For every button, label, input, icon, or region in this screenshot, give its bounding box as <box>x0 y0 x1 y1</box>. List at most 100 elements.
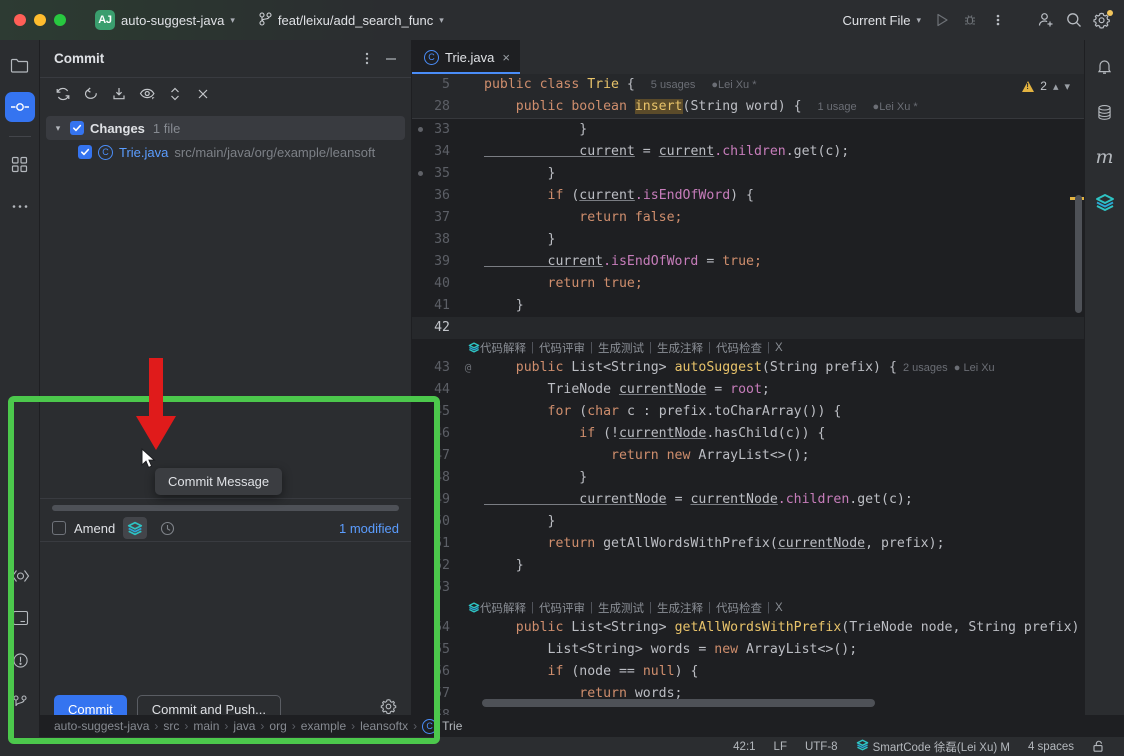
code-line[interactable]: 35 } <box>412 163 1084 185</box>
code-line[interactable]: 50 } <box>412 511 1084 533</box>
more-actions-icon[interactable] <box>984 7 1012 33</box>
fold-marker[interactable] <box>460 511 476 533</box>
inspection-warning-badge[interactable]: 2 ▴ ▾ <box>1022 79 1070 93</box>
code-line[interactable]: 48 } <box>412 467 1084 489</box>
close-tab-icon[interactable]: × <box>502 50 510 65</box>
usages-hint[interactable]: 1 usage <box>817 101 856 113</box>
minimize-icon[interactable] <box>379 47 403 71</box>
breadcrumb-item-5[interactable]: example <box>301 719 346 733</box>
commit-history-icon[interactable] <box>155 517 179 539</box>
sidebar-item-code-with-me[interactable] <box>5 561 35 591</box>
sidebar-item-structure[interactable] <box>5 149 35 179</box>
sticky-line-5[interactable]: 5 public class Trie { 5 usages ●﻿Lei Xu … <box>412 74 1084 96</box>
minimize-window-button[interactable] <box>34 14 46 26</box>
changed-file-row[interactable]: C Trie.java src/main/java/org/example/le… <box>40 140 411 164</box>
fold-marker[interactable] <box>460 163 476 185</box>
code-line[interactable]: 53 <box>412 577 1084 599</box>
sidebar-item-more[interactable] <box>5 191 35 221</box>
code-line[interactable]: 42 <box>412 317 1084 339</box>
editor-vertical-scrollbar[interactable] <box>1075 195 1082 313</box>
breadcrumb-item-1[interactable]: src <box>163 719 179 733</box>
ai-hint-2[interactable]: 生成测试 <box>598 340 644 356</box>
amend-checkbox[interactable] <box>52 521 66 535</box>
fold-marker[interactable] <box>460 489 476 511</box>
chevron-up-icon[interactable]: ▴ <box>1053 80 1059 93</box>
editor-horizontal-scroll-track[interactable] <box>482 699 1068 707</box>
run-configuration-selector[interactable]: Current File ▾ <box>836 7 928 33</box>
ai-hint-0[interactable]: 代码解释 <box>480 600 526 616</box>
window-controls[interactable] <box>0 14 66 26</box>
code-line[interactable]: 43 @ public List<String> autoSuggest(Stri… <box>412 357 1084 379</box>
code-line[interactable]: 37 return false; <box>412 207 1084 229</box>
gutter-marker-icon[interactable] <box>418 127 423 132</box>
gutter-marker-icon[interactable] <box>418 171 423 176</box>
caret-position[interactable]: 42:1 <box>724 741 764 753</box>
branch-selector[interactable]: feat/leixu/add_search_func ▾ <box>252 7 451 33</box>
close-icon[interactable] <box>190 82 216 106</box>
usages-hint[interactable]: 5 usages <box>651 79 696 91</box>
code-line[interactable]: 34 current = current.children.get(c); <box>412 141 1084 163</box>
more-options-icon[interactable] <box>355 47 379 71</box>
sidebar-item-version-control[interactable] <box>5 687 35 717</box>
fold-marker[interactable] <box>460 401 476 423</box>
fold-marker[interactable] <box>460 251 476 273</box>
run-icon[interactable] <box>928 7 956 33</box>
fold-marker[interactable] <box>460 555 476 577</box>
fold-marker[interactable] <box>460 661 476 683</box>
indent-setting[interactable]: 4 spaces <box>1019 741 1083 753</box>
maven-m-icon[interactable]: m <box>1090 142 1120 172</box>
breadcrumb[interactable]: auto-suggest-java › src › main › java › … <box>40 715 1124 737</box>
code-viewport[interactable]: 33 } 34 current = current.children.get(c)… <box>412 119 1084 737</box>
close-window-button[interactable] <box>14 14 26 26</box>
breadcrumb-item-0[interactable]: auto-suggest-java <box>54 719 149 733</box>
ai-hint-5[interactable]: X <box>775 342 783 354</box>
smartcode-status[interactable]: SmartCode 徐磊(Lei Xu) M <box>847 739 1019 755</box>
smartcode-commit-message-icon[interactable] <box>123 517 148 539</box>
unlocked-icon[interactable] <box>1083 740 1114 753</box>
commit-message-scroll-track[interactable] <box>40 499 411 515</box>
smartcode-stack-icon[interactable] <box>1090 187 1120 217</box>
project-selector[interactable]: AJ auto-suggest-java ▾ <box>88 7 242 33</box>
changes-group-row[interactable]: ▾ Changes 1 file <box>46 116 405 140</box>
commit-message-input[interactable]: Commit Commit and Push... <box>40 541 411 737</box>
sidebar-item-problems[interactable] <box>5 645 35 675</box>
sidebar-item-project[interactable] <box>5 50 35 80</box>
code-line[interactable]: 52 } <box>412 555 1084 577</box>
ai-hint-1[interactable]: 代码评审 <box>539 340 585 356</box>
fold-marker[interactable]: @ <box>460 357 476 379</box>
tab-trie-java[interactable]: C Trie.java × <box>412 40 520 74</box>
chevron-down-icon[interactable]: ▾ <box>52 123 64 134</box>
code-line[interactable]: 33 } <box>412 119 1084 141</box>
fold-marker[interactable] <box>460 617 476 639</box>
fold-marker[interactable] <box>460 445 476 467</box>
search-everywhere-icon[interactable] <box>1060 7 1088 33</box>
settings-icon[interactable] <box>1088 7 1116 33</box>
fold-marker[interactable] <box>460 379 476 401</box>
shelve-icon[interactable] <box>106 82 132 106</box>
changes-group-checkbox[interactable] <box>70 121 84 135</box>
commit-message-scrollbar[interactable] <box>52 505 399 511</box>
maximize-window-button[interactable] <box>54 14 66 26</box>
code-line[interactable]: 47 return new ArrayList<>(); <box>412 445 1084 467</box>
ai-hint-3[interactable]: 生成注释 <box>657 340 703 356</box>
line-separator[interactable]: LF <box>765 741 796 753</box>
ai-hint-5[interactable]: X <box>775 602 783 614</box>
code-line[interactable]: 41 } <box>412 295 1084 317</box>
breadcrumb-item-3[interactable]: java <box>233 719 255 733</box>
fold-marker[interactable] <box>460 533 476 555</box>
fold-marker[interactable] <box>460 423 476 445</box>
ai-action-hints[interactable]: 代码解释 | 代码评审 | 生成测试 | 生成注释 | 代码检查 | X <box>412 599 1084 617</box>
expand-collapse-icon[interactable] <box>162 82 188 106</box>
notifications-bell-icon[interactable] <box>1090 52 1120 82</box>
code-line[interactable]: 40 return true; <box>412 273 1084 295</box>
ai-action-hints[interactable]: 代码解释 | 代码评审 | 生成测试 | 生成注释 | 代码检查 | X <box>412 339 1084 357</box>
fold-marker[interactable] <box>460 119 476 141</box>
code-line[interactable]: 55 List<String> words = new ArrayList<>(… <box>412 639 1084 661</box>
preview-diff-icon[interactable] <box>134 82 160 106</box>
rollback-icon[interactable] <box>78 82 104 106</box>
code-line[interactable]: 46 if (!currentNode.hasChild(c)) { <box>412 423 1084 445</box>
fold-marker[interactable] <box>460 577 476 599</box>
code-line[interactable]: 56 if (node == null) { <box>412 661 1084 683</box>
ai-hint-3[interactable]: 生成注释 <box>657 600 703 616</box>
code-line[interactable]: 49 currentNode = currentNode.children.ge… <box>412 489 1084 511</box>
